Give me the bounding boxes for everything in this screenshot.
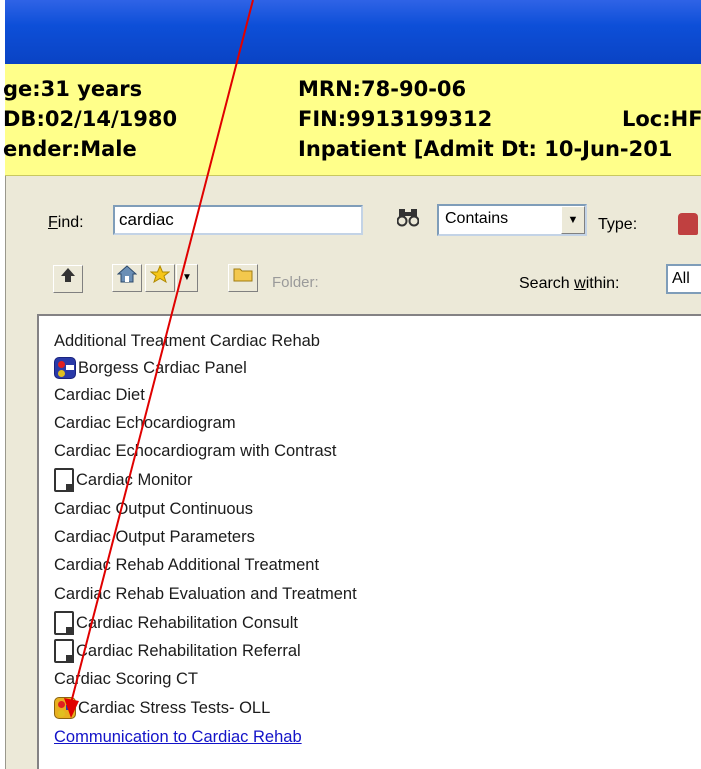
result-item[interactable]: Cardiac Diet [54, 381, 145, 409]
document-icon [54, 468, 74, 492]
result-item[interactable]: Cardiac Echocardiogram with Contrast [54, 437, 336, 465]
document-icon [54, 639, 74, 663]
result-item[interactable]: Additional Treatment Cardiac Rehab [54, 327, 320, 355]
patient-location: Loc:HF [622, 107, 701, 131]
chevron-down-icon: ▼ [182, 272, 192, 283]
result-item-label: Cardiac Scoring CT [54, 669, 198, 688]
match-mode-select[interactable]: Contains ▼ [437, 204, 587, 236]
result-item[interactable]: Communication to Cardiac Rehab [54, 723, 302, 751]
chevron-down-icon[interactable]: ▼ [561, 206, 585, 234]
home-button[interactable] [112, 264, 142, 292]
up-level-button[interactable] [53, 265, 83, 293]
result-item[interactable]: Cardiac Output Parameters [54, 523, 255, 551]
patient-fin: FIN:9913199312 [298, 107, 493, 131]
result-item-label: Cardiac Diet [54, 385, 145, 404]
folder-icon [233, 268, 253, 282]
patient-mrn: MRN:78-90-06 [298, 77, 467, 101]
result-item-label: Communication to Cardiac Rehab [54, 727, 302, 746]
search-within-label: Search within: [519, 275, 620, 292]
result-item[interactable]: Cardiac Rehab Additional Treatment [54, 551, 319, 579]
result-item-label: Cardiac Rehab Additional Treatment [54, 555, 320, 574]
document-icon [54, 611, 74, 635]
find-input[interactable]: cardiac [113, 205, 363, 235]
result-item-label: Cardiac Output Continuous [54, 499, 254, 518]
type-label: Type: [598, 216, 638, 233]
favorites-dropdown-button[interactable]: ▼ [176, 264, 198, 292]
encounter-info: Inpatient [Admit Dt: 10-Jun-201 [298, 137, 673, 161]
match-mode-value: Contains [445, 210, 509, 227]
powerplan-icon [54, 697, 76, 719]
patient-gender: ender:Male [3, 137, 137, 161]
folder-button[interactable] [228, 264, 258, 292]
up-arrow-icon [61, 268, 75, 282]
result-item[interactable]: Cardiac Stress Tests- OLL [54, 694, 270, 722]
binoculars-icon[interactable] [396, 207, 420, 233]
patient-banner: ge:31 years DB:02/14/1980 ender:Male MRN… [3, 64, 701, 176]
powerplan-icon [54, 357, 76, 379]
result-item-label: Additional Treatment Cardiac Rehab [54, 331, 320, 350]
result-item[interactable]: Cardiac Rehabilitation Referral [54, 637, 301, 665]
result-item[interactable]: Cardiac Monitor [54, 466, 192, 494]
patient-dob: DB:02/14/1980 [3, 107, 178, 131]
result-item[interactable]: Cardiac Rehab Evaluation and Treatment [54, 580, 357, 608]
star-icon [149, 264, 171, 284]
result-item[interactable]: Borgess Cardiac Panel [54, 354, 247, 382]
patient-age: ge:31 years [3, 77, 143, 101]
favorites-button[interactable] [145, 264, 175, 292]
result-item[interactable]: Cardiac Echocardiogram [54, 409, 236, 437]
result-item[interactable]: Cardiac Scoring CT [54, 665, 198, 693]
result-item-label: Cardiac Rehabilitation Consult [76, 613, 298, 632]
search-within-select[interactable]: All [666, 264, 701, 294]
result-item-label: Cardiac Rehab Evaluation and Treatment [54, 584, 357, 603]
result-item-label: Cardiac Monitor [76, 470, 193, 489]
home-icon [116, 265, 138, 283]
result-item[interactable]: Cardiac Rehabilitation Consult [54, 609, 298, 637]
result-item-label: Cardiac Stress Tests- OLL [78, 698, 271, 717]
order-type-icon[interactable] [678, 213, 698, 235]
result-item-label: Cardiac Echocardiogram with Contrast [54, 441, 337, 460]
find-label: Find: [48, 214, 84, 231]
window-titlebar [5, 0, 701, 64]
folder-label: Folder: [272, 274, 319, 291]
result-item-label: Cardiac Echocardiogram [54, 413, 236, 432]
result-item-label: Cardiac Output Parameters [54, 527, 255, 546]
result-item[interactable]: Cardiac Output Continuous [54, 495, 253, 523]
result-item-label: Borgess Cardiac Panel [78, 358, 247, 377]
result-item-label: Cardiac Rehabilitation Referral [76, 641, 301, 660]
